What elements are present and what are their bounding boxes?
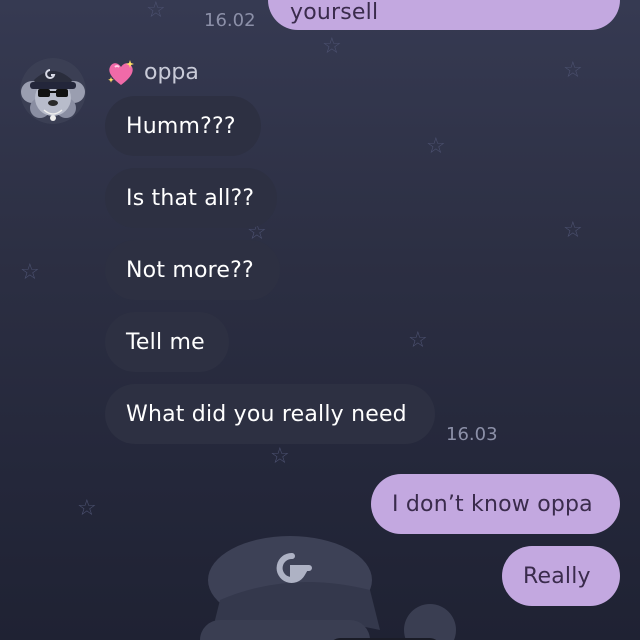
incoming-message-bubble[interactable]: Not more??: [105, 240, 280, 300]
star-icon: ☆: [270, 444, 290, 469]
message-text: yoursell: [290, 0, 379, 25]
message-text: Really: [523, 563, 591, 589]
star-icon: ☆: [426, 134, 446, 159]
message-text: Is that all??: [126, 185, 255, 211]
message-text: Humm???: [126, 113, 236, 139]
incoming-message-bubble[interactable]: Tell me: [105, 312, 229, 372]
avatar-image: [20, 58, 86, 124]
sender-avatar[interactable]: [20, 58, 86, 124]
star-icon: ☆: [408, 328, 428, 353]
star-icon: ☆: [146, 0, 166, 23]
sparkling-heart-icon: [108, 60, 134, 85]
star-icon: ☆: [77, 496, 97, 521]
message-text: I don’t know oppa: [392, 491, 593, 517]
outgoing-message-bubble[interactable]: I don’t know oppa: [371, 474, 620, 534]
incoming-message-bubble[interactable]: What did you really need: [105, 384, 435, 444]
wallpaper-mascot-image: [200, 536, 456, 640]
message-text: What did you really need: [126, 401, 407, 427]
message-text: Not more??: [126, 257, 254, 283]
star-icon: ☆: [563, 218, 583, 243]
star-icon: ☆: [563, 58, 583, 83]
message-timestamp: 16.03: [446, 424, 498, 445]
message-text: Tell me: [126, 329, 205, 355]
outgoing-message-bubble[interactable]: Really: [502, 546, 620, 606]
outgoing-message-bubble[interactable]: yoursell: [268, 0, 620, 30]
sender-name: oppa: [144, 60, 199, 85]
incoming-message-bubble[interactable]: Humm???: [105, 96, 261, 156]
message-timestamp: 16.02: [204, 10, 256, 31]
star-icon: ☆: [20, 260, 40, 285]
star-icon: ☆: [322, 34, 342, 59]
incoming-message-bubble[interactable]: Is that all??: [105, 168, 277, 228]
